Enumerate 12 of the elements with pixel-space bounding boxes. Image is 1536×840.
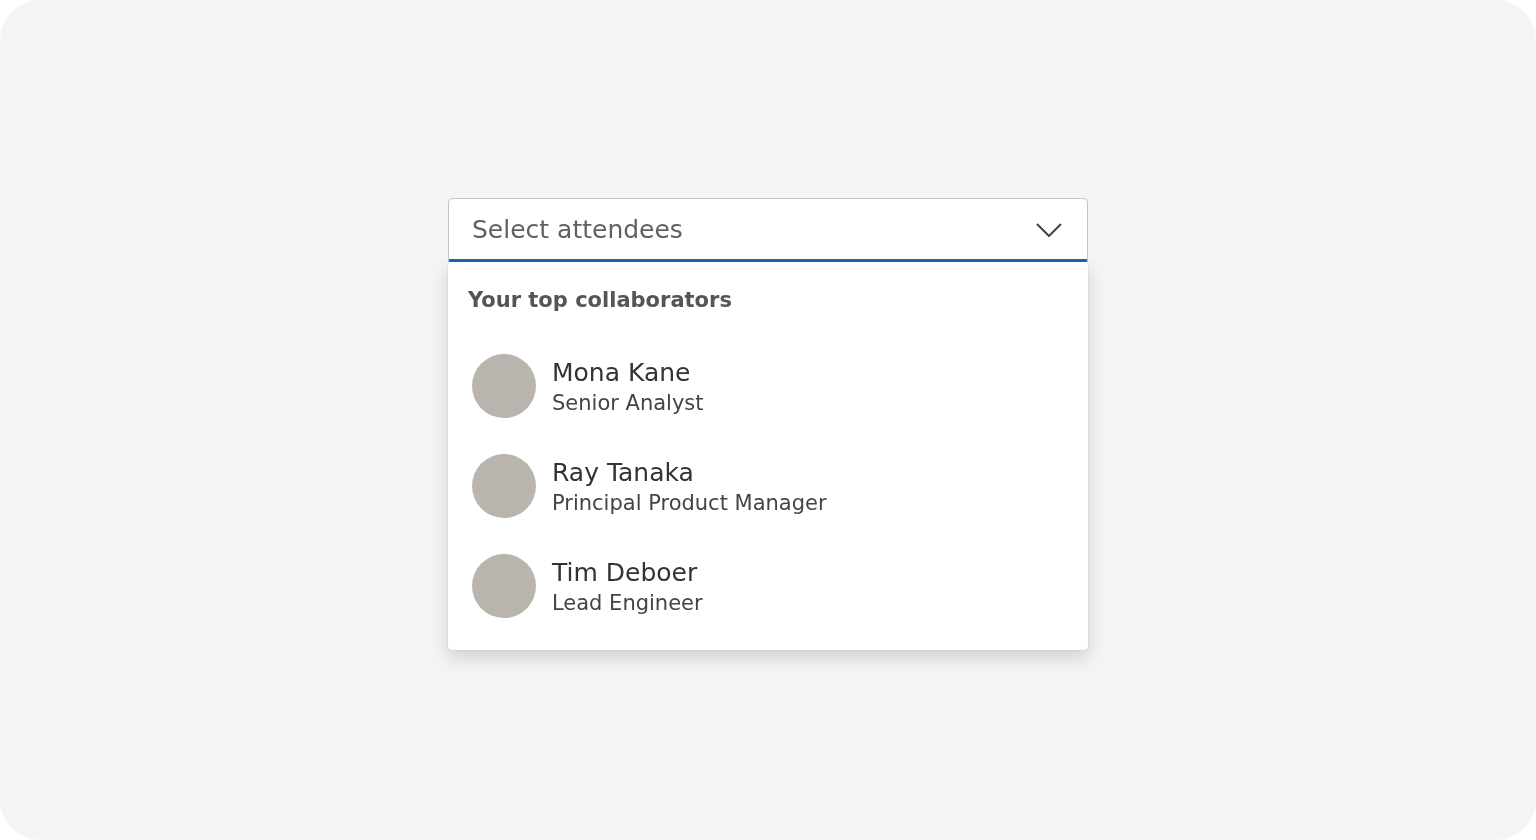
attendees-combobox[interactable]: Select attendees	[448, 198, 1088, 262]
person-name: Ray Tanaka	[552, 457, 695, 487]
group-label: Your top collaborators	[467, 288, 733, 314]
chevron-down-icon[interactable]	[1036, 223, 1062, 237]
person-name: Tim Deboer	[552, 557, 699, 587]
person-option[interactable]: Tim Deboer Lead Engineer	[448, 536, 1088, 636]
person-title: Principal Product Manager	[552, 490, 827, 515]
person-option[interactable]: Ray Tanaka Principal Product Manager	[448, 436, 1088, 536]
person-title: Lead Engineer	[552, 590, 703, 615]
person-option[interactable]: Mona Kane Senior Analyst	[448, 336, 1088, 436]
person-title: Senior Analyst	[552, 390, 704, 415]
person-name: Mona Kane	[552, 357, 692, 387]
